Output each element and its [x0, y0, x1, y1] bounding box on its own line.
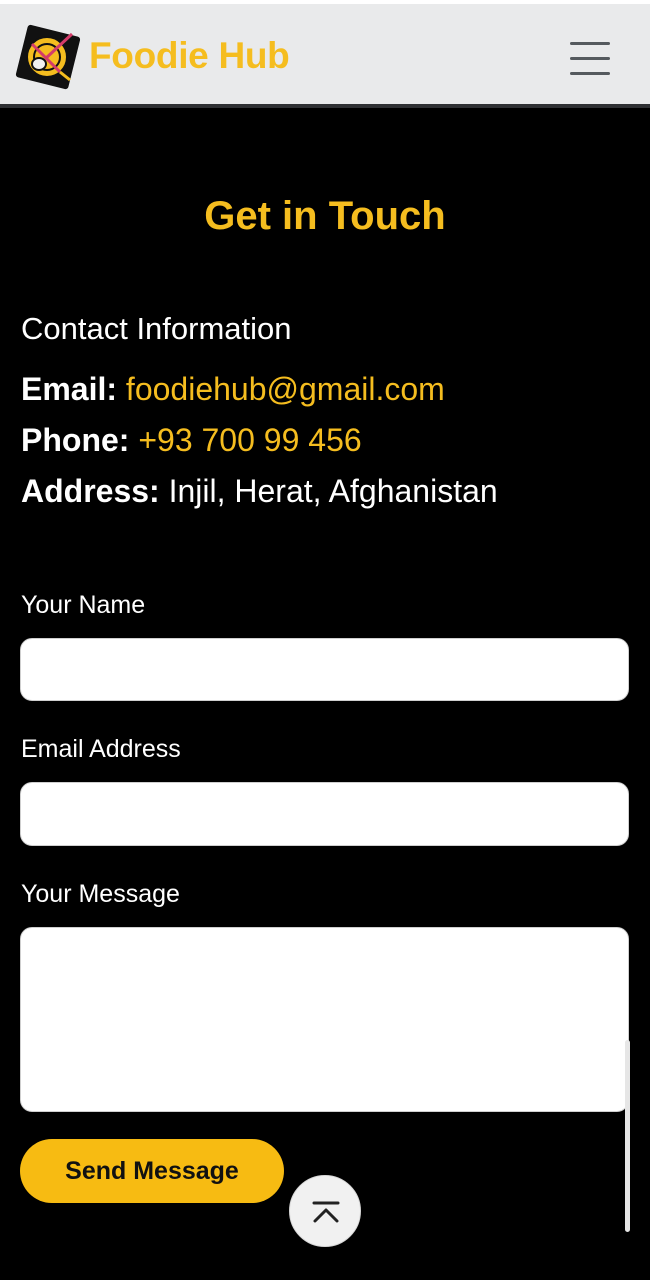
email-label: Email:	[21, 371, 118, 407]
contact-phone-line: Phone: +93 700 99 456	[21, 419, 362, 461]
phone-link[interactable]: +93 700 99 456	[138, 422, 361, 458]
email-link[interactable]: foodiehub@gmail.com	[126, 371, 445, 407]
message-field-label: Your Message	[21, 880, 180, 908]
contact-address-line: Address: Injil, Herat, Afghanistan	[21, 470, 498, 512]
email-input[interactable]	[20, 782, 629, 846]
address-label: Address:	[21, 473, 160, 509]
hamburger-menu-icon[interactable]	[566, 40, 614, 78]
navbar: Foodie Hub	[0, 0, 650, 108]
email-field-label: Email Address	[21, 735, 181, 763]
contact-email-line: Email: foodiehub@gmail.com	[21, 368, 445, 410]
send-message-button[interactable]: Send Message	[20, 1139, 284, 1203]
address-value: Injil, Herat, Afghanistan	[168, 473, 498, 509]
scroll-to-top-button[interactable]	[289, 1175, 361, 1247]
brand-name[interactable]: Foodie Hub	[89, 34, 290, 78]
name-field-label: Your Name	[21, 591, 146, 619]
plate-fork-spoon-logo-icon[interactable]	[12, 22, 82, 92]
section-title: Get in Touch	[204, 194, 446, 238]
name-input[interactable]	[20, 638, 629, 701]
contact-info-heading: Contact Information	[21, 311, 292, 346]
contact-page: Foodie Hub Get in Touch Contact Informat…	[0, 0, 650, 1280]
scrollbar[interactable]	[625, 1040, 630, 1232]
chevron-up-to-top-icon	[312, 1201, 340, 1223]
phone-label: Phone:	[21, 422, 130, 458]
message-textarea[interactable]	[20, 927, 629, 1112]
